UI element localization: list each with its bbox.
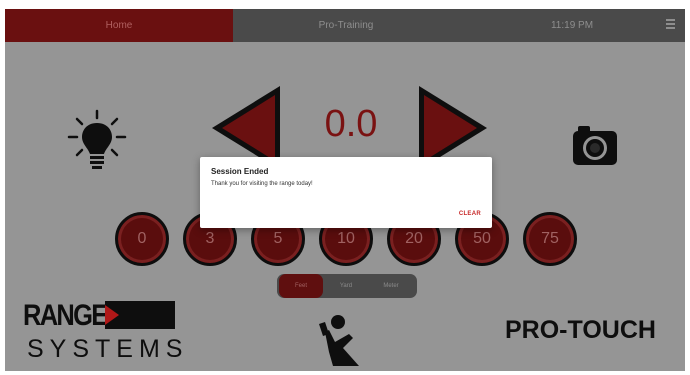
product-name: PRO-TOUCH bbox=[505, 316, 656, 344]
clock-display: 11:19 PM bbox=[550, 20, 594, 31]
logo-text-systems: SYSTEMS bbox=[27, 335, 189, 363]
preset-button-0[interactable]: 0 bbox=[115, 212, 169, 266]
preset-button-75[interactable]: 75 bbox=[523, 212, 577, 266]
lightbulb-icon[interactable] bbox=[67, 109, 127, 171]
unit-meter[interactable]: Meter bbox=[369, 274, 413, 298]
dialog-title: Session Ended bbox=[211, 167, 269, 176]
logo-text-range: RANGE bbox=[23, 299, 108, 332]
person-waving-icon bbox=[319, 315, 359, 366]
distance-display: 0.0 bbox=[324, 103, 378, 145]
logo-flag-icon bbox=[105, 301, 175, 329]
unit-yard[interactable]: Yard bbox=[324, 274, 368, 298]
unit-toggle: Feet Yard Meter bbox=[277, 274, 417, 298]
tab-home[interactable]: Home bbox=[5, 9, 233, 42]
hamburger-menu-icon[interactable] bbox=[666, 19, 675, 31]
tab-pro-training[interactable]: Pro-Training bbox=[233, 9, 459, 42]
range-systems-logo: RANGE SYSTEMS bbox=[21, 299, 182, 363]
camera-icon[interactable] bbox=[570, 119, 620, 169]
session-ended-dialog: Session Ended Thank you for visiting the… bbox=[200, 157, 492, 228]
clear-button[interactable]: CLEAR bbox=[459, 211, 481, 217]
dialog-message: Thank you for visiting the range today! bbox=[211, 181, 313, 187]
unit-feet[interactable]: Feet bbox=[279, 274, 323, 298]
top-nav-bar: Home Pro-Training 11:19 PM bbox=[5, 9, 685, 42]
